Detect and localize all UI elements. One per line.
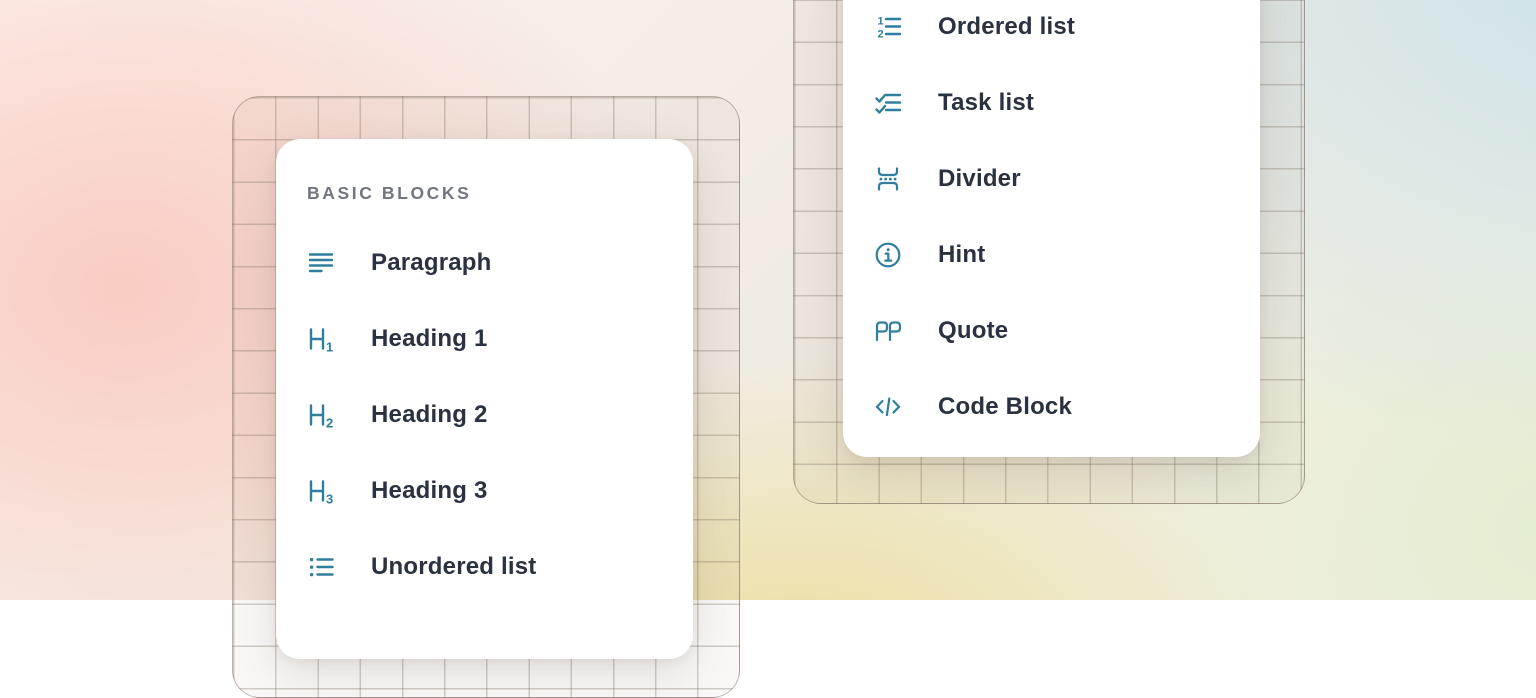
menu-item-code-block[interactable]: Code Block bbox=[843, 369, 1260, 445]
heading-1-icon: 1 bbox=[307, 325, 335, 353]
menu-item-heading-3[interactable]: 3 Heading 3 bbox=[276, 453, 693, 529]
menu-item-label: Quote bbox=[938, 317, 1008, 345]
menu-item-label: Paragraph bbox=[371, 249, 492, 277]
block-menu-more-blocks: 1 2 Ordered list Task list bbox=[843, 0, 1260, 457]
menu-item-list: 1 2 Ordered list Task list bbox=[843, 0, 1260, 445]
menu-item-heading-2[interactable]: 2 Heading 2 bbox=[276, 377, 693, 453]
unordered-list-icon bbox=[307, 553, 335, 581]
menu-item-label: Hint bbox=[938, 241, 985, 269]
svg-text:1: 1 bbox=[326, 340, 333, 354]
heading-2-icon: 2 bbox=[307, 401, 335, 429]
svg-text:2: 2 bbox=[326, 416, 333, 430]
menu-item-task-list[interactable]: Task list bbox=[843, 65, 1260, 141]
menu-item-hint[interactable]: Hint bbox=[843, 217, 1260, 293]
svg-text:1: 1 bbox=[878, 16, 884, 28]
divider-icon bbox=[874, 165, 902, 193]
svg-text:3: 3 bbox=[326, 492, 333, 506]
menu-item-label: Unordered list bbox=[371, 553, 537, 581]
section-label: BASIC BLOCKS bbox=[307, 177, 693, 209]
block-menu-basic-blocks: BASIC BLOCKS Paragraph 1 Heading 1 bbox=[276, 139, 693, 659]
menu-item-list: Paragraph 1 Heading 1 2 Heading 2 bbox=[276, 225, 693, 605]
menu-item-heading-1[interactable]: 1 Heading 1 bbox=[276, 301, 693, 377]
menu-item-label: Heading 3 bbox=[371, 477, 488, 505]
menu-item-ordered-list[interactable]: 1 2 Ordered list bbox=[843, 0, 1260, 65]
menu-item-label: Heading 1 bbox=[371, 325, 488, 353]
menu-item-divider[interactable]: Divider bbox=[843, 141, 1260, 217]
menu-item-quote[interactable]: Quote bbox=[843, 293, 1260, 369]
quote-icon bbox=[874, 317, 902, 345]
svg-text:2: 2 bbox=[878, 29, 884, 41]
menu-item-label: Code Block bbox=[938, 393, 1072, 421]
code-block-icon bbox=[874, 393, 902, 421]
hint-icon bbox=[874, 241, 902, 269]
menu-item-unordered-list[interactable]: Unordered list bbox=[276, 529, 693, 605]
ordered-list-icon: 1 2 bbox=[874, 13, 902, 41]
menu-item-label: Heading 2 bbox=[371, 401, 488, 429]
menu-item-paragraph[interactable]: Paragraph bbox=[276, 225, 693, 301]
menu-item-label: Divider bbox=[938, 165, 1021, 193]
paragraph-icon bbox=[307, 249, 335, 277]
task-list-icon bbox=[874, 89, 902, 117]
heading-3-icon: 3 bbox=[307, 477, 335, 505]
gradient-background bbox=[0, 0, 1536, 600]
menu-item-label: Ordered list bbox=[938, 13, 1075, 41]
menu-item-label: Task list bbox=[938, 89, 1034, 117]
